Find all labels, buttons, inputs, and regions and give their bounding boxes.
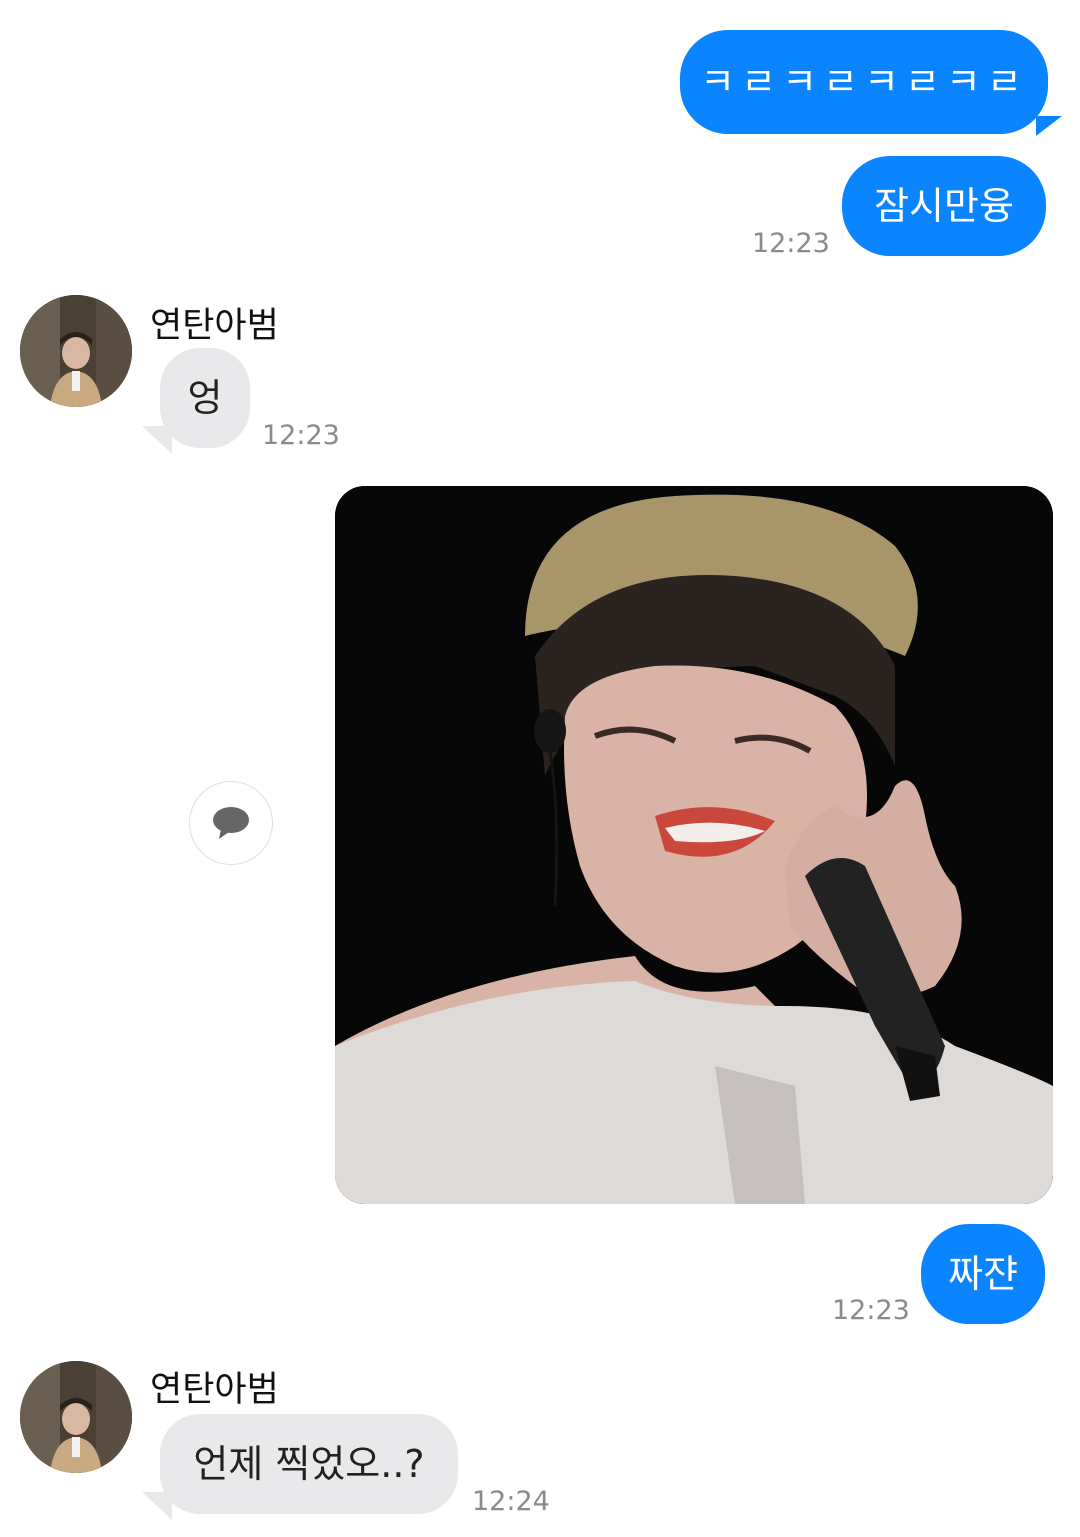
photo-image <box>335 486 1053 1204</box>
outgoing-message-bubble[interactable]: 짜쟌 <box>921 1224 1045 1324</box>
outgoing-message-bubble[interactable]: 잠시만융 <box>842 156 1046 256</box>
profile-photo <box>20 1361 132 1473</box>
sender-name: 연탄아범 <box>150 1370 279 1410</box>
photo-attachment[interactable] <box>335 486 1053 1204</box>
message-text: 짜쟌 <box>948 1252 1018 1296</box>
message-timestamp: 12:23 <box>832 1295 910 1326</box>
message-text: 언제 찍었오..? <box>193 1442 425 1486</box>
message-text: ㅋㄹㅋㄹㅋㄹㅋㄹ <box>700 60 1028 104</box>
reply-button[interactable] <box>189 781 273 865</box>
bubble-tail <box>1036 116 1062 136</box>
incoming-message-bubble[interactable]: 엉 <box>160 348 250 448</box>
message-text: 잠시만융 <box>874 184 1014 228</box>
sender-name: 연탄아범 <box>150 306 279 346</box>
message-timestamp: 12:23 <box>262 420 340 451</box>
sender-avatar[interactable] <box>20 295 132 407</box>
sender-avatar[interactable] <box>20 1361 132 1473</box>
chat-bubble-icon <box>213 807 249 839</box>
profile-photo <box>20 295 132 407</box>
incoming-message-bubble[interactable]: 언제 찍었오..? <box>160 1414 458 1514</box>
outgoing-message-bubble[interactable]: ㅋㄹㅋㄹㅋㄹㅋㄹ <box>680 30 1048 134</box>
message-text: 엉 <box>187 376 223 420</box>
message-timestamp: 12:24 <box>472 1486 550 1517</box>
message-timestamp: 12:23 <box>752 228 830 259</box>
